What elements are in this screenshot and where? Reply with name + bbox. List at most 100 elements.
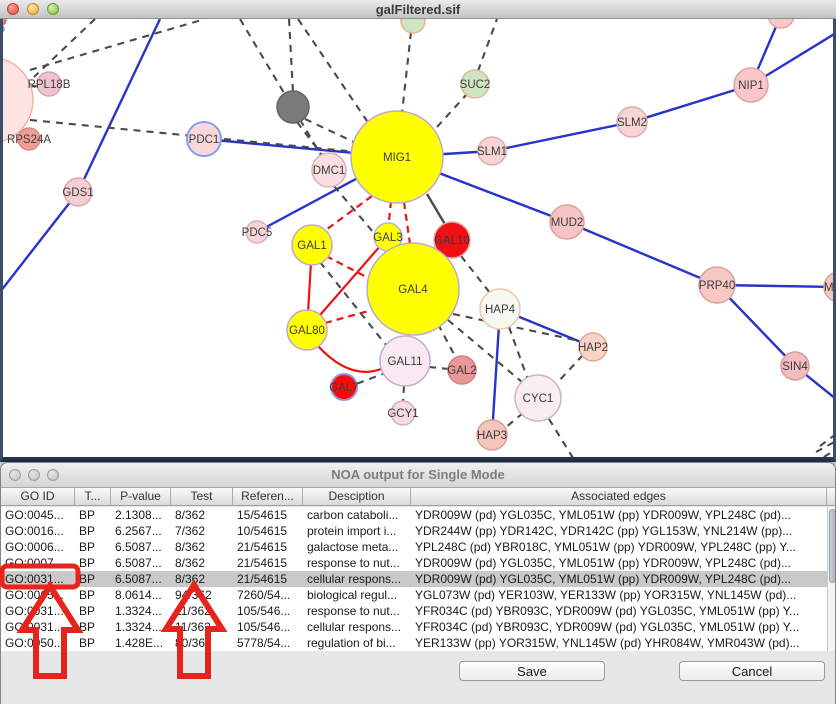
edge-red[interactable]	[318, 346, 386, 372]
table-row[interactable]: GO:0065...BP8.0614...94/3627260/54...bio…	[1, 587, 827, 603]
node-SLM2[interactable]	[617, 107, 647, 137]
node-pink-top[interactable]	[768, 19, 794, 28]
table-cell: 8/362	[171, 571, 233, 587]
table-cell: YPL248C (pd) YBR018C, YML051W (pp) YDR00…	[411, 539, 827, 555]
edge-dark[interactable]	[427, 194, 446, 226]
edge-dash[interactable]	[505, 413, 523, 428]
node-HAP2[interactable]	[579, 333, 607, 361]
edge-dash[interactable]	[34, 19, 95, 77]
table-cell: 21/54615	[233, 539, 303, 555]
table-cell: BP	[75, 523, 111, 539]
table-cell: GO:0006...	[1, 539, 75, 555]
save-button[interactable]: Save	[459, 661, 605, 681]
edge-dash[interactable]	[549, 419, 573, 458]
table-cell: YDR009W (pd) YGL035C, YML051W (pp) YDR00…	[411, 555, 827, 571]
node-green-top[interactable]	[401, 19, 425, 33]
edge-dash[interactable]	[437, 94, 467, 127]
edge-blue[interactable]	[567, 222, 717, 285]
table-row[interactable]: GO:0006...BP6.5087...8/36221/54615galact…	[1, 539, 827, 555]
edge-dash[interactable]	[429, 367, 449, 369]
table-cell: YFR034C (pd) YBR093C, YDR009W (pd) YGL03…	[411, 603, 827, 619]
table-cell: YDR009W (pd) YGL035C, YML051W (pp) YDR00…	[411, 571, 827, 587]
table-row[interactable]: GO:0045...BP2.1308...8/36215/54615carbon…	[1, 507, 827, 523]
node-HAP4[interactable]	[480, 289, 520, 329]
column-header-6[interactable]: Associated edges	[411, 488, 827, 506]
node-PRP40[interactable]	[699, 267, 735, 303]
results-table-body: GO:0045...BP2.1308...8/36215/54615carbon…	[1, 507, 836, 651]
edge-dash[interactable]	[820, 434, 836, 446]
node-HAP3[interactable]	[477, 420, 507, 450]
node-GAL2[interactable]	[448, 356, 476, 384]
edge-blue[interactable]	[632, 85, 751, 122]
edge-dash[interactable]	[478, 19, 497, 71]
edge-dash[interactable]	[509, 327, 527, 377]
noa-window-titlebar[interactable]: NOA output for Single Mode	[1, 463, 835, 488]
node-NIP1[interactable]	[734, 68, 768, 102]
edge-dash[interactable]	[289, 19, 293, 92]
table-cell: GO:0031...	[1, 571, 75, 587]
node-MIG1[interactable]	[351, 111, 443, 203]
node-GCY1[interactable]	[391, 401, 415, 425]
table-row[interactable]: GO:0031...BP1.3324...11/362105/546...cel…	[1, 619, 827, 635]
table-cell: 7/362	[171, 523, 233, 539]
table-cell: BP	[75, 619, 111, 635]
node-sliver-red[interactable]	[0, 19, 6, 25]
node-MSL1[interactable]	[824, 272, 836, 302]
column-header-2[interactable]: P-value	[111, 488, 171, 506]
node-RPS24A[interactable]	[18, 128, 40, 150]
node-PDC1[interactable]	[187, 122, 221, 156]
node-gray-node[interactable]	[277, 91, 309, 123]
table-cell: BP	[75, 539, 111, 555]
column-header-5[interactable]: Desciption	[303, 488, 411, 506]
node-GDS1[interactable]	[64, 178, 92, 206]
edge-dash[interactable]	[240, 19, 321, 155]
edge-dash[interactable]	[556, 355, 583, 384]
edge-reddash[interactable]	[325, 310, 372, 323]
node-GAL4[interactable]	[367, 243, 459, 335]
edge-dash[interactable]	[824, 449, 836, 457]
column-header-3[interactable]: Test	[171, 488, 233, 506]
cancel-button[interactable]: Cancel	[679, 661, 825, 681]
node-SIN4[interactable]	[781, 352, 809, 380]
edge-dash[interactable]	[402, 32, 411, 113]
table-cell: YGL073W (pd) YER103W, YER133W (pp) YOR31…	[411, 587, 827, 603]
table-cell: 5778/54...	[233, 635, 303, 651]
edge-dash[interactable]	[461, 256, 490, 293]
table-cell: response to nut...	[303, 555, 411, 571]
node-SUC2[interactable]	[461, 70, 489, 98]
node-GAL80[interactable]	[287, 310, 327, 350]
table-cell: 94/362	[171, 587, 233, 603]
table-row[interactable]: GO:0031...BP1.3324...11/362105/546...res…	[1, 603, 827, 619]
network-graph: RPL18BRPS24AGDS1PDC1PDC5DMC1SUC2SLM1SLM2…	[0, 19, 836, 462]
node-DMC1[interactable]	[312, 153, 346, 187]
edge-blue[interactable]	[0, 192, 78, 292]
node-GAL11[interactable]	[380, 336, 430, 386]
node-GAL1[interactable]	[292, 225, 332, 265]
node-GAL7[interactable]	[331, 374, 357, 400]
table-scrollbar-thumb[interactable]	[829, 509, 836, 583]
node-SLM1[interactable]	[478, 137, 506, 165]
table-row[interactable]: GO:0016...BP6.2567...7/36210/54615protei…	[1, 523, 827, 539]
table-row[interactable]: GO:0007...BP6.5087...8/36221/54615respon…	[1, 555, 827, 571]
edge-blue[interactable]	[492, 122, 632, 151]
node-sliver-blue[interactable]	[0, 25, 4, 33]
table-scrollbar[interactable]	[827, 507, 836, 651]
column-header-1[interactable]: T...	[75, 488, 111, 506]
column-header-4[interactable]: Referen...	[233, 488, 303, 506]
edge-dash[interactable]	[305, 119, 356, 143]
table-cell: 6.5087...	[111, 539, 171, 555]
node-CYC1[interactable]	[515, 375, 561, 421]
table-row[interactable]: GO:0031...BP6.5087...8/36221/54615cellul…	[1, 571, 827, 587]
network-window-titlebar[interactable]: galFiltered.sif	[0, 0, 836, 19]
node-PDC5[interactable]	[246, 221, 268, 243]
table-cell: GO:0031...	[1, 619, 75, 635]
column-header-0[interactable]: GO ID	[1, 488, 75, 506]
table-row[interactable]: GO:0050...BP1.428E...80/3625778/54...reg…	[1, 635, 827, 651]
edge-dash[interactable]	[438, 324, 456, 358]
edge-dash[interactable]	[403, 386, 404, 401]
node-RPL18B[interactable]	[37, 72, 61, 96]
table-cell: 21/54615	[233, 555, 303, 571]
edge-dash[interactable]	[30, 19, 205, 70]
node-MUD2[interactable]	[550, 205, 584, 239]
network-canvas[interactable]: RPL18BRPS24AGDS1PDC1PDC5DMC1SUC2SLM1SLM2…	[0, 19, 836, 462]
